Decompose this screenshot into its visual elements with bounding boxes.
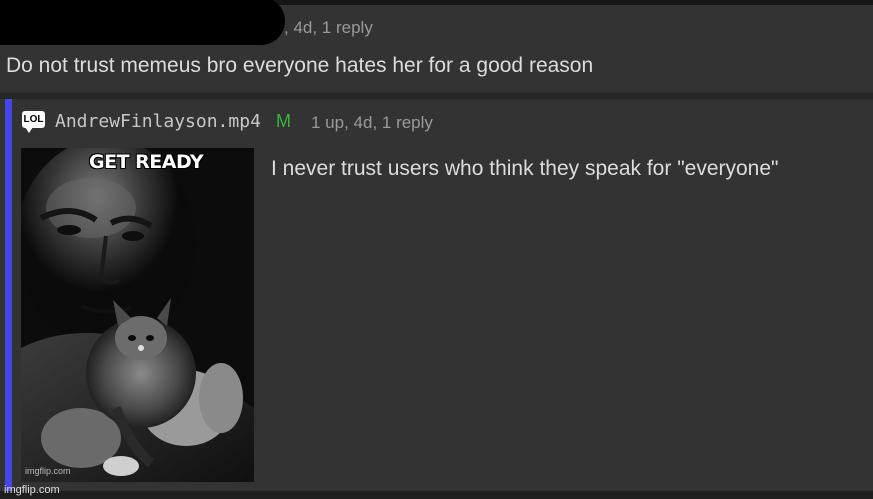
meme-watermark: imgflip.com — [25, 466, 71, 476]
redacted-username — [0, 0, 285, 45]
comment-text: Do not trust memeus bro everyone hates h… — [6, 54, 594, 77]
comment-meta[interactable]: , 4d, 1 reply — [284, 18, 373, 38]
reply-comment: LOL AndrewFinlayson.mp4 M 1 up, 4d, 1 re… — [0, 99, 873, 491]
reply-text: I never trust users who think they speak… — [271, 157, 779, 180]
meme-photo — [21, 148, 254, 482]
mod-badge: M — [276, 111, 291, 131]
reply-meta[interactable]: 1 up, 4d, 1 reply — [311, 113, 433, 133]
lol-flair-icon-tail — [25, 127, 33, 133]
lol-flair-icon: LOL — [22, 111, 45, 128]
bottom-divider — [0, 491, 873, 499]
reply-thread-bar[interactable] — [5, 99, 12, 491]
reply-username[interactable]: AndrewFinlayson.mp4 — [55, 111, 261, 132]
parent-comment: , 4d, 1 reply Do not trust memeus bro ev… — [0, 0, 873, 93]
imgflip-watermark: imgflip.com — [4, 484, 60, 496]
meme-image[interactable]: GET READY imgflip.com — [21, 148, 254, 482]
meme-caption: GET READY — [89, 151, 204, 173]
